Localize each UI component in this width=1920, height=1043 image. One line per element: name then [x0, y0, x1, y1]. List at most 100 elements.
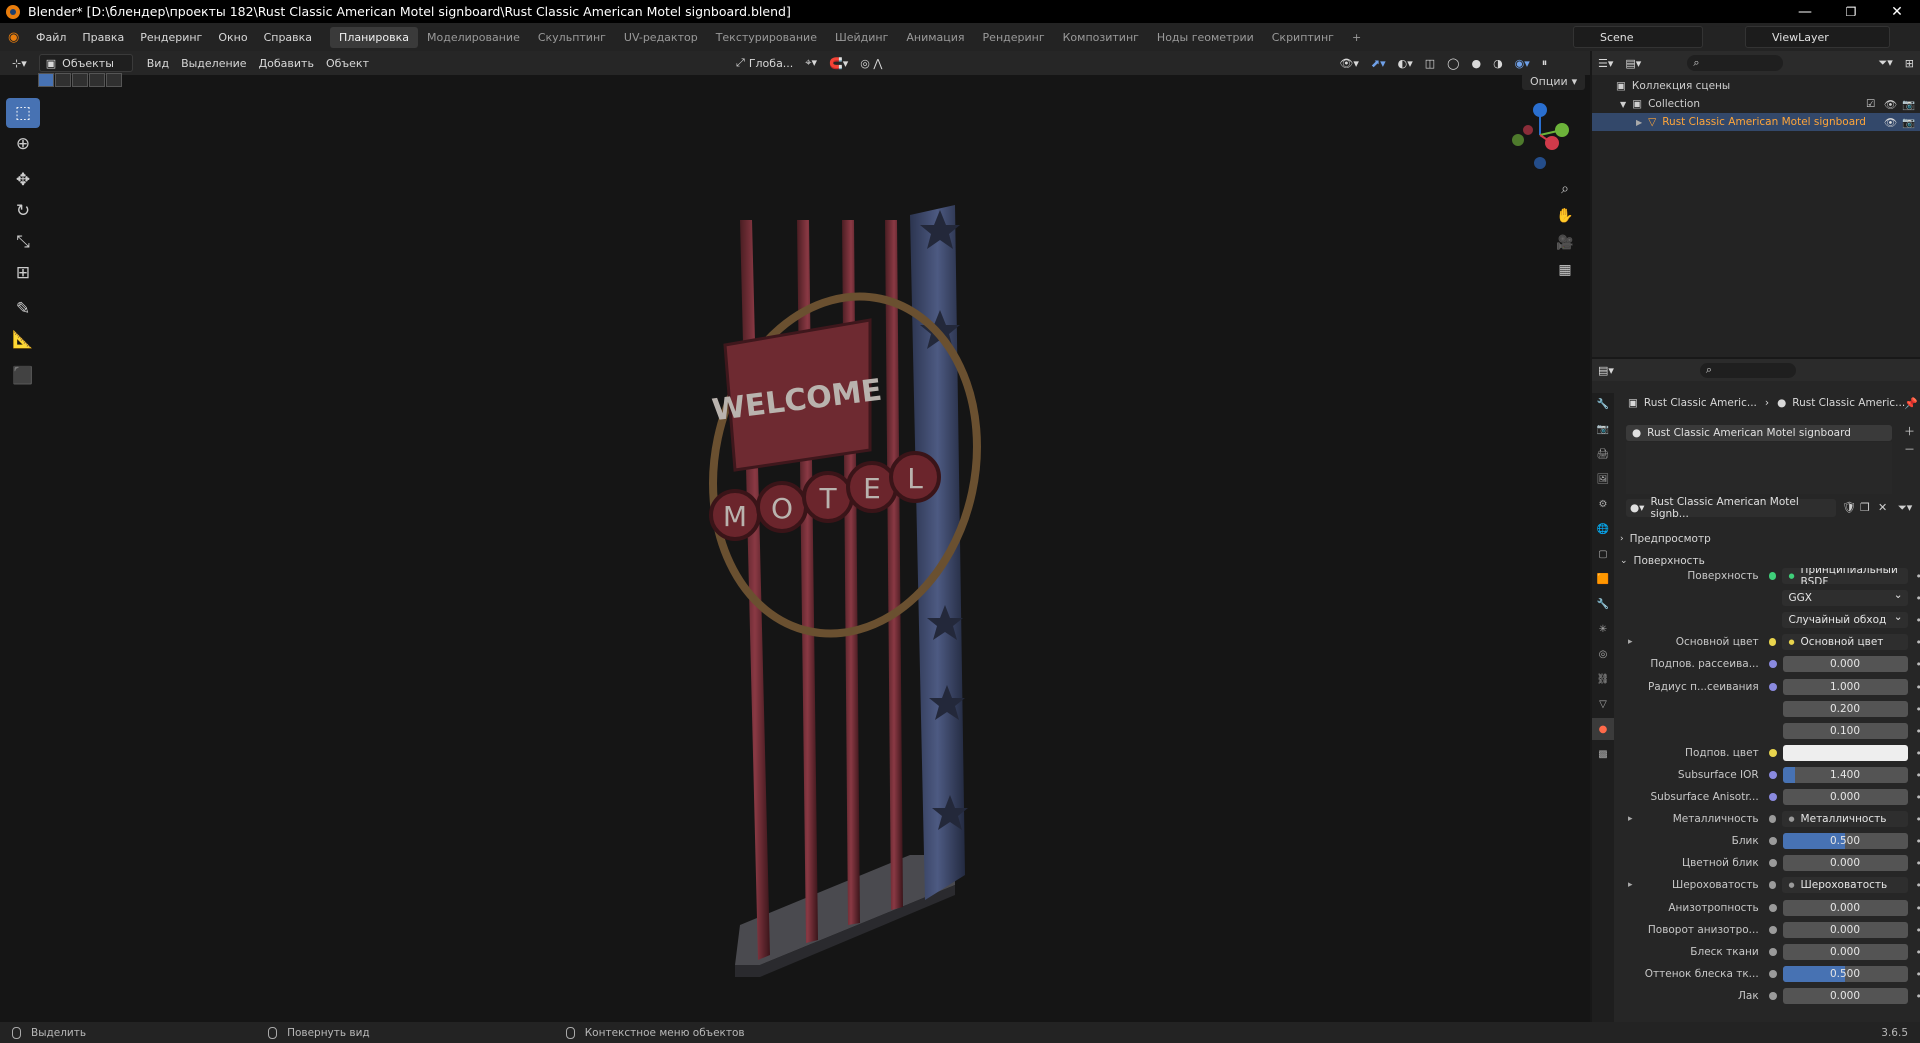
- tab-modeling[interactable]: Моделирование: [418, 27, 529, 48]
- navigation-gizmo[interactable]: [1505, 98, 1575, 173]
- number-field[interactable]: 0.000: [1782, 944, 1908, 960]
- rotate-tool-icon[interactable]: ↻: [6, 196, 40, 226]
- linked-node-field[interactable]: ● Шероховатость: [1782, 877, 1908, 893]
- gizmo-neg-y-axis[interactable]: [1512, 134, 1524, 146]
- socket-dot-icon[interactable]: [1768, 749, 1777, 757]
- add-slot-icon[interactable]: ＋: [1904, 423, 1915, 439]
- texture-tab-icon[interactable]: ▩: [1592, 743, 1614, 765]
- fake-user-icon[interactable]: 🛡: [1842, 501, 1856, 514]
- add-cube-tool-icon[interactable]: ⬛: [6, 361, 40, 391]
- measure-tool-icon[interactable]: 📐: [6, 325, 40, 355]
- object-tab-icon[interactable]: 🟧: [1592, 568, 1614, 590]
- select-new-icon[interactable]: [38, 73, 54, 87]
- properties-search-input[interactable]: ⌕: [1699, 362, 1796, 378]
- maximize-button[interactable]: ❐: [1828, 0, 1874, 23]
- number-field[interactable]: 0.200: [1782, 701, 1908, 717]
- overlays-icon[interactable]: ◐▾: [1392, 54, 1419, 72]
- keyframe-dot-icon[interactable]: •: [1916, 614, 1920, 627]
- menu-add[interactable]: Добавить: [253, 54, 320, 72]
- panel-preview[interactable]: › Предпросмотр: [1620, 529, 1920, 549]
- blender-menu-icon[interactable]: ◉: [8, 30, 28, 45]
- cursor-tool-icon[interactable]: ⊕: [6, 129, 40, 159]
- number-field[interactable]: 0.000: [1782, 855, 1908, 871]
- menu-view[interactable]: Вид: [141, 54, 175, 72]
- menu-edit[interactable]: Правка: [74, 31, 132, 44]
- display-mode-icon[interactable]: ▤▾: [1619, 54, 1647, 72]
- select-dropdown[interactable]: GGX ⌄: [1782, 590, 1908, 606]
- view-layer-selector[interactable]: ViewLayer: [1745, 26, 1890, 48]
- gizmo-y-axis[interactable]: [1555, 123, 1569, 137]
- tab-shading[interactable]: Шейдинг: [826, 27, 897, 48]
- number-field[interactable]: 0.000: [1782, 789, 1908, 805]
- outliner-row-object[interactable]: ▶ ▽ Rust Classic American Motel signboar…: [1592, 113, 1920, 131]
- number-field[interactable]: 1.400: [1782, 767, 1908, 783]
- data-tab-icon[interactable]: ▽: [1592, 693, 1614, 715]
- add-workspace-button[interactable]: +: [1343, 27, 1370, 48]
- unlink-material-icon[interactable]: ✕: [1878, 501, 1887, 514]
- number-field[interactable]: 0.100: [1782, 723, 1908, 739]
- modifier-tab-icon[interactable]: 🔧: [1592, 593, 1614, 615]
- material-filter-icon[interactable]: ⏷▾: [1898, 501, 1912, 515]
- color-swatch[interactable]: [1782, 745, 1908, 761]
- camera-icon[interactable]: 📷: [1902, 116, 1915, 129]
- keyframe-dot-icon[interactable]: •: [1916, 835, 1920, 848]
- menu-render[interactable]: Рендеринг: [132, 31, 210, 44]
- socket-dot-icon[interactable]: [1768, 793, 1777, 801]
- material-tab-icon[interactable]: ●: [1592, 718, 1614, 740]
- socket-dot-icon[interactable]: [1768, 881, 1777, 889]
- pin-icon[interactable]: 📌: [1904, 397, 1918, 410]
- socket-dot-icon[interactable]: [1768, 815, 1777, 823]
- tab-uv-editing[interactable]: UV-редактор: [615, 27, 707, 48]
- snap-icon[interactable]: 🧲▾: [823, 54, 854, 72]
- eye-icon[interactable]: 👁: [1884, 116, 1897, 129]
- keyframe-dot-icon[interactable]: •: [1916, 747, 1920, 760]
- scene-selector[interactable]: Scene: [1573, 26, 1703, 48]
- socket-dot-icon[interactable]: [1768, 904, 1777, 912]
- keyframe-dot-icon[interactable]: •: [1916, 968, 1920, 981]
- outliner-row-scene-collection[interactable]: ▣ Коллекция сцены: [1592, 77, 1920, 95]
- select-intersect-icon[interactable]: [106, 73, 122, 87]
- socket-dot-icon[interactable]: [1768, 837, 1777, 845]
- keyframe-dot-icon[interactable]: •: [1916, 857, 1920, 870]
- expand-arrow-icon[interactable]: ▸: [1628, 880, 1633, 890]
- perspective-grid-icon[interactable]: ▦: [1553, 258, 1577, 282]
- menu-select[interactable]: Выделение: [175, 54, 253, 72]
- checkbox-icon[interactable]: ☑: [1866, 98, 1875, 110]
- expand-arrow-icon[interactable]: ▸: [1628, 637, 1633, 647]
- socket-dot-icon[interactable]: [1768, 948, 1777, 956]
- properties-editor-type-icon[interactable]: ▤▾: [1592, 361, 1620, 379]
- number-field[interactable]: 0.000: [1782, 656, 1908, 672]
- gizmo-x-axis[interactable]: [1545, 136, 1559, 150]
- eye-icon[interactable]: 👁: [1884, 98, 1897, 111]
- world-tab-icon[interactable]: 🌐: [1592, 518, 1614, 540]
- menu-file[interactable]: Файл: [28, 31, 74, 44]
- shading-material-icon[interactable]: ◑: [1487, 54, 1509, 72]
- number-field[interactable]: 1.000: [1782, 679, 1908, 695]
- render-tab-icon[interactable]: 📷: [1592, 418, 1614, 440]
- material-slot-list[interactable]: [1626, 442, 1892, 494]
- gizmo-toggle-icon[interactable]: ⬈▾: [1365, 54, 1392, 72]
- socket-dot-icon[interactable]: [1768, 638, 1777, 646]
- tab-compositing[interactable]: Композитинг: [1054, 27, 1148, 48]
- select-invert-icon[interactable]: [89, 73, 105, 87]
- tab-geometry-nodes[interactable]: Ноды геометрии: [1148, 27, 1263, 48]
- material-slot-item[interactable]: ● Rust Classic American Motel signboard: [1626, 425, 1892, 441]
- keyframe-dot-icon[interactable]: •: [1916, 791, 1920, 804]
- select-subtract-icon[interactable]: [72, 73, 88, 87]
- new-collection-icon[interactable]: ⊞: [1899, 54, 1920, 72]
- remove-slot-icon[interactable]: －: [1904, 441, 1915, 457]
- keyframe-dot-icon[interactable]: •: [1916, 592, 1920, 605]
- move-tool-icon[interactable]: ✥: [6, 165, 40, 195]
- socket-dot-icon[interactable]: [1768, 926, 1777, 934]
- shading-solid-icon[interactable]: ●: [1465, 54, 1487, 72]
- keyframe-dot-icon[interactable]: •: [1916, 769, 1920, 782]
- pan-hand-icon[interactable]: ✋: [1553, 204, 1577, 228]
- tab-layout[interactable]: Планировка: [330, 26, 419, 48]
- number-field[interactable]: 0.000: [1782, 988, 1908, 1004]
- filter-icon[interactable]: ⏷▾: [1872, 54, 1898, 72]
- socket-dot-icon[interactable]: [1768, 660, 1777, 668]
- number-field[interactable]: 0.500: [1782, 966, 1908, 982]
- keyframe-dot-icon[interactable]: •: [1916, 902, 1920, 915]
- outliner-search-input[interactable]: ⌕: [1687, 55, 1784, 71]
- expand-arrow-icon[interactable]: ▸: [1628, 814, 1633, 824]
